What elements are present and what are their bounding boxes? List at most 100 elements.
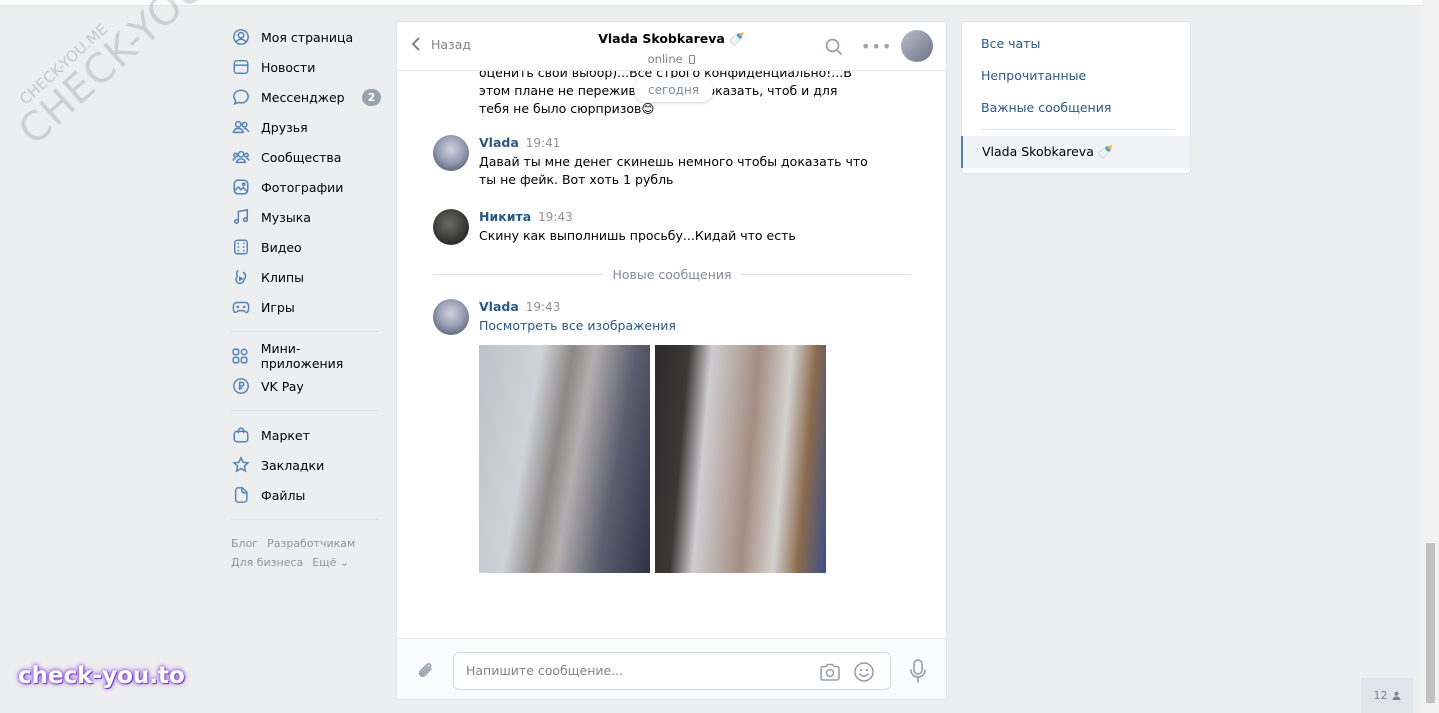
nav-item-my-page[interactable]: Моя страница	[231, 22, 381, 52]
star-icon	[231, 456, 250, 475]
new-messages-label: Новые сообщения	[612, 266, 732, 282]
nav-label: Сообщества	[261, 149, 342, 165]
nav-item-files[interactable]: Файлы	[231, 480, 381, 510]
groups-icon	[231, 148, 250, 167]
new-messages-divider: Новые сообщения	[433, 265, 912, 283]
nav-label: Музыка	[261, 209, 311, 225]
nav-label: Моя страница	[261, 29, 354, 45]
message-time: 19:41	[525, 136, 561, 150]
nav-label: Файлы	[261, 487, 306, 503]
message-icon	[231, 88, 250, 107]
footer-link-business[interactable]: Для бизнеса	[231, 556, 303, 569]
status-text: online	[647, 52, 683, 66]
message-text: Скину как выполнишь просьбу...Кидай что …	[479, 228, 796, 243]
chat-panel: оценить свой выбор)...Все строго конфиде…	[396, 21, 947, 700]
nav-label: Новости	[261, 59, 316, 75]
nav-item-bookmarks[interactable]: Закладки	[231, 450, 381, 480]
person-icon	[1391, 691, 1401, 700]
nav-label: Маркет	[261, 427, 310, 443]
footer-link-more[interactable]: Ещё ⌄	[312, 556, 349, 569]
music-icon	[231, 208, 250, 227]
avatar[interactable]	[433, 209, 469, 245]
filter-all-chats[interactable]: Все чаты	[962, 27, 1190, 59]
filter-unread[interactable]: Непрочитанные	[962, 59, 1190, 91]
more-icon[interactable]: •••	[861, 37, 892, 56]
active-chat-item[interactable]: Vlada Skobkareva 🍼	[961, 136, 1190, 168]
nav-item-photos[interactable]: Фотографии	[231, 172, 381, 202]
attach-icon[interactable]	[416, 660, 436, 682]
nav-item-market[interactable]: Маркет	[231, 420, 381, 450]
nav-item-clips[interactable]: Клипы	[231, 262, 381, 292]
chat-header: Назад Vlada Skobkareva 🍼 online •••	[397, 22, 946, 71]
left-nav: Моя страница Новости Мессенджер 2 Друзья…	[231, 22, 381, 572]
nav-divider	[231, 331, 379, 332]
message-item: Vlada 19:43 Посмотреть все изображения	[433, 299, 913, 335]
nav-label: Фотографии	[261, 179, 344, 195]
nav-item-groups[interactable]: Сообщества	[231, 142, 381, 172]
online-counter[interactable]: 12	[1361, 678, 1413, 713]
nav-divider	[231, 410, 379, 411]
camera-icon[interactable]	[819, 662, 841, 682]
nav-item-news[interactable]: Новости	[231, 52, 381, 82]
filter-important[interactable]: Важные сообщения	[962, 91, 1190, 123]
photo-icon	[231, 178, 250, 197]
nav-item-music[interactable]: Музыка	[231, 202, 381, 232]
message-text: Давай ты мне денег скинешь немного чтобы…	[479, 154, 868, 187]
market-icon	[231, 426, 250, 445]
nav-item-friends[interactable]: Друзья	[231, 112, 381, 142]
filter-divider	[981, 129, 1175, 130]
nav-item-video[interactable]: Видео	[231, 232, 381, 262]
nav-label: Закладки	[261, 457, 325, 473]
message-list[interactable]: оценить свой выбор)...Все строго конфиде…	[397, 22, 946, 638]
scrollbar-thumb[interactable]	[1426, 543, 1435, 703]
nav-label: Мессенджер	[261, 89, 345, 105]
avatar[interactable]	[433, 135, 469, 171]
message-time: 19:43	[538, 210, 573, 224]
message-time: 19:43	[525, 300, 561, 314]
message-item: Никита 19:43 Скину как выполнишь просьбу…	[433, 209, 913, 245]
message-item: Vlada 19:41 Давай ты мне денег скинешь н…	[433, 135, 913, 189]
photo-attachment[interactable]	[479, 345, 650, 573]
date-pill: сегодня	[634, 78, 713, 102]
emoji-icon[interactable]	[853, 661, 875, 683]
games-icon	[231, 298, 250, 317]
nav-label: Игры	[261, 299, 295, 315]
nav-item-messenger[interactable]: Мессенджер 2	[231, 82, 381, 112]
nav-item-mini-apps[interactable]: Мини-приложения	[231, 341, 381, 371]
footer-link-developers[interactable]: Разработчикам	[267, 537, 355, 550]
page-scrollbar[interactable]	[1422, 0, 1439, 713]
unread-badge: 2	[362, 89, 381, 106]
search-icon[interactable]	[825, 38, 843, 56]
photo-attachment[interactable]	[655, 345, 826, 573]
clips-icon	[231, 268, 250, 287]
nav-label: Клипы	[261, 269, 305, 285]
nav-divider	[231, 519, 379, 520]
brand-watermark: check-you.to	[18, 663, 185, 689]
nav-label: Мини-приложения	[260, 341, 344, 371]
avatar[interactable]	[433, 299, 469, 335]
composer	[397, 638, 946, 699]
message-author[interactable]: Vlada	[479, 135, 519, 150]
online-count: 12	[1373, 689, 1388, 702]
message-input-box[interactable]	[453, 652, 891, 690]
message-author[interactable]: Vlada	[479, 299, 519, 314]
vkpay-icon	[231, 377, 250, 396]
apps-icon	[231, 347, 250, 366]
file-icon	[231, 486, 250, 505]
chat-filter-panel: Все чаты Непрочитанные Важные сообщения …	[961, 21, 1191, 174]
microphone-icon[interactable]	[908, 658, 928, 684]
news-icon	[231, 58, 250, 77]
message-input[interactable]	[466, 663, 796, 678]
nav-label: Видео	[261, 239, 302, 255]
footer-link-blog[interactable]: Блог	[231, 537, 258, 550]
user-icon	[231, 28, 250, 47]
peer-avatar[interactable]	[901, 30, 933, 62]
nav-item-games[interactable]: Игры	[231, 292, 381, 322]
nav-item-vk-pay[interactable]: VK Pay	[231, 371, 381, 401]
message-author[interactable]: Никита	[479, 209, 531, 224]
friends-icon	[231, 118, 250, 137]
nav-label: Друзья	[261, 119, 308, 135]
nav-footer: Блог Разработчикам Для бизнеса Ещё ⌄	[231, 534, 381, 572]
video-icon	[231, 238, 250, 257]
view-all-images-link[interactable]: Посмотреть все изображения	[479, 317, 913, 335]
